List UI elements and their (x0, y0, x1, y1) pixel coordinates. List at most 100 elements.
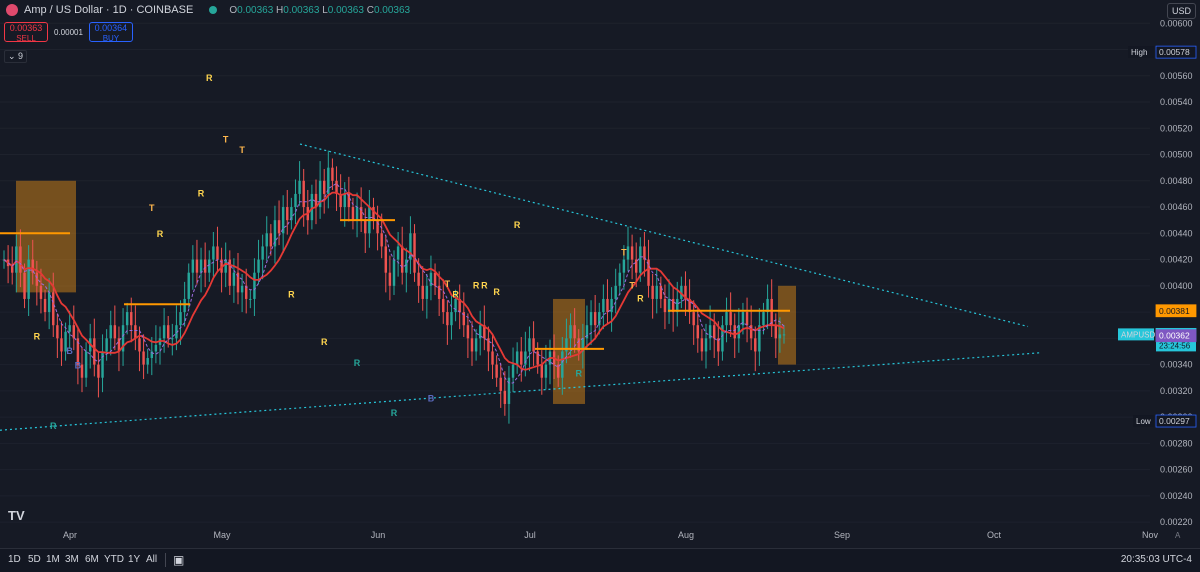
candle-body (400, 246, 404, 273)
signal-label: R (575, 368, 582, 378)
timeframe-all[interactable]: All (146, 554, 157, 565)
signal-label: R (514, 220, 521, 230)
candle-body (23, 272, 26, 299)
candle-body (544, 364, 548, 378)
candle-body (208, 259, 211, 273)
bottom-toolbar: 1D 5D 1M 3M 6M YTD 1Y All ▣ 20:35:03 UTC… (0, 548, 1200, 572)
signal-label: R (34, 332, 41, 342)
y-tick-label: 0.00520 (1160, 123, 1193, 133)
candle-body (52, 292, 55, 326)
timeframe-3m[interactable]: 3M (65, 554, 79, 565)
toolbar-divider (165, 553, 166, 567)
y-tick-label: 0.00420 (1160, 255, 1193, 265)
candle-body (302, 180, 305, 208)
candle-body (437, 285, 441, 299)
signal-label: T (629, 280, 635, 290)
signal-label: T (223, 135, 229, 145)
timeframe-1m[interactable]: 1M (46, 554, 60, 565)
candle-body (614, 285, 617, 299)
candle-body (421, 285, 424, 299)
y-tick-label: 0.00240 (1160, 491, 1193, 501)
candle-body (203, 259, 207, 273)
candle-body (343, 193, 346, 208)
signal-label: R (198, 189, 205, 199)
candle-body (610, 298, 613, 313)
candle-body (495, 364, 498, 378)
candle-body (487, 338, 490, 352)
time-axis[interactable]: Apr May Jun Jul Aug Sep Oct Nov (63, 530, 1159, 540)
candle-body (569, 325, 572, 339)
candle-body (322, 180, 326, 194)
candle-body (93, 338, 96, 365)
candle-body (573, 325, 576, 339)
signal-label: R (481, 280, 488, 290)
candle-body (261, 246, 264, 260)
candle-body (602, 298, 605, 313)
candle-body (224, 259, 227, 273)
candle-body (43, 298, 47, 313)
y-tick-label: 0.00260 (1160, 465, 1193, 475)
candle-body (253, 272, 256, 299)
candle-body (162, 325, 166, 339)
candle-body (454, 298, 457, 313)
candle-body (125, 312, 129, 326)
symbol-title[interactable]: Amp / US Dollar · 1D · COINBASE (24, 4, 193, 16)
timeframe-1y[interactable]: 1Y (128, 554, 140, 565)
candle-body (19, 246, 22, 273)
y-tick-label: 0.00400 (1160, 281, 1193, 291)
candle-body (384, 246, 388, 273)
candle-body (191, 259, 195, 273)
timeframe-1d[interactable]: 1D (8, 554, 21, 565)
y-tick-label: 0.00600 (1160, 18, 1193, 28)
candle-body (142, 351, 145, 365)
candle-body (651, 285, 654, 299)
auto-scale-button[interactable]: A (1175, 531, 1180, 540)
candle-body (31, 259, 34, 273)
y-tick-label: 0.00560 (1160, 71, 1193, 81)
candle-body (195, 259, 199, 273)
price-chart[interactable]: RBBRTRRRTTRRRRBTRRRRRRTTR 0.006000.00580… (0, 0, 1200, 548)
candle-body (413, 233, 416, 273)
candle-body (762, 312, 765, 326)
signal-label: T (239, 145, 245, 155)
candle-body (700, 338, 704, 352)
calendar-icon[interactable]: ▣ (173, 553, 184, 567)
clock: 20:35:03 UTC-4 (1120, 554, 1192, 565)
candle-body (712, 325, 716, 339)
candle-body (663, 298, 667, 313)
signal-label: R (391, 408, 398, 418)
signal-label: R (452, 290, 459, 300)
signal-label: T (621, 248, 627, 258)
buy-button[interactable]: 0.00364 BUY (88, 22, 133, 43)
candle-body (745, 312, 749, 326)
currency-button[interactable]: USD (1166, 3, 1196, 19)
trend-lines (0, 143, 1041, 431)
candle-body (528, 338, 531, 352)
signal-label: T (149, 203, 155, 213)
candle-body (351, 207, 355, 221)
candle-body (130, 312, 133, 326)
signal-label: R (473, 280, 480, 290)
timeframe-6m[interactable]: 6M (85, 554, 99, 565)
timeframe-5d[interactable]: 5D (28, 554, 41, 565)
candle-body (503, 390, 507, 404)
price-axis[interactable]: 0.006000.005800.005600.005400.005200.005… (1160, 18, 1193, 527)
candle-body (97, 364, 100, 378)
indicators-toggle[interactable]: ⌄ 9 (4, 50, 28, 63)
timeframe-ytd[interactable]: YTD (104, 554, 124, 565)
x-tick-label: Oct (987, 530, 1002, 540)
candle-body (364, 220, 367, 234)
price-tag-value: 0.00362 (1159, 331, 1190, 341)
signal-label: R (50, 421, 57, 431)
candle-body (183, 298, 186, 313)
tradingview-logo-icon: TV (8, 508, 25, 523)
candle-body (187, 272, 190, 299)
x-tick-label: Apr (63, 530, 77, 540)
candle-body (109, 325, 112, 339)
candle-body (511, 364, 515, 378)
candle-body (606, 298, 609, 313)
candle-body (101, 351, 104, 378)
candle-body (782, 334, 786, 336)
candle-body (72, 325, 76, 339)
sell-button[interactable]: 0.00363 SELL (4, 22, 48, 43)
